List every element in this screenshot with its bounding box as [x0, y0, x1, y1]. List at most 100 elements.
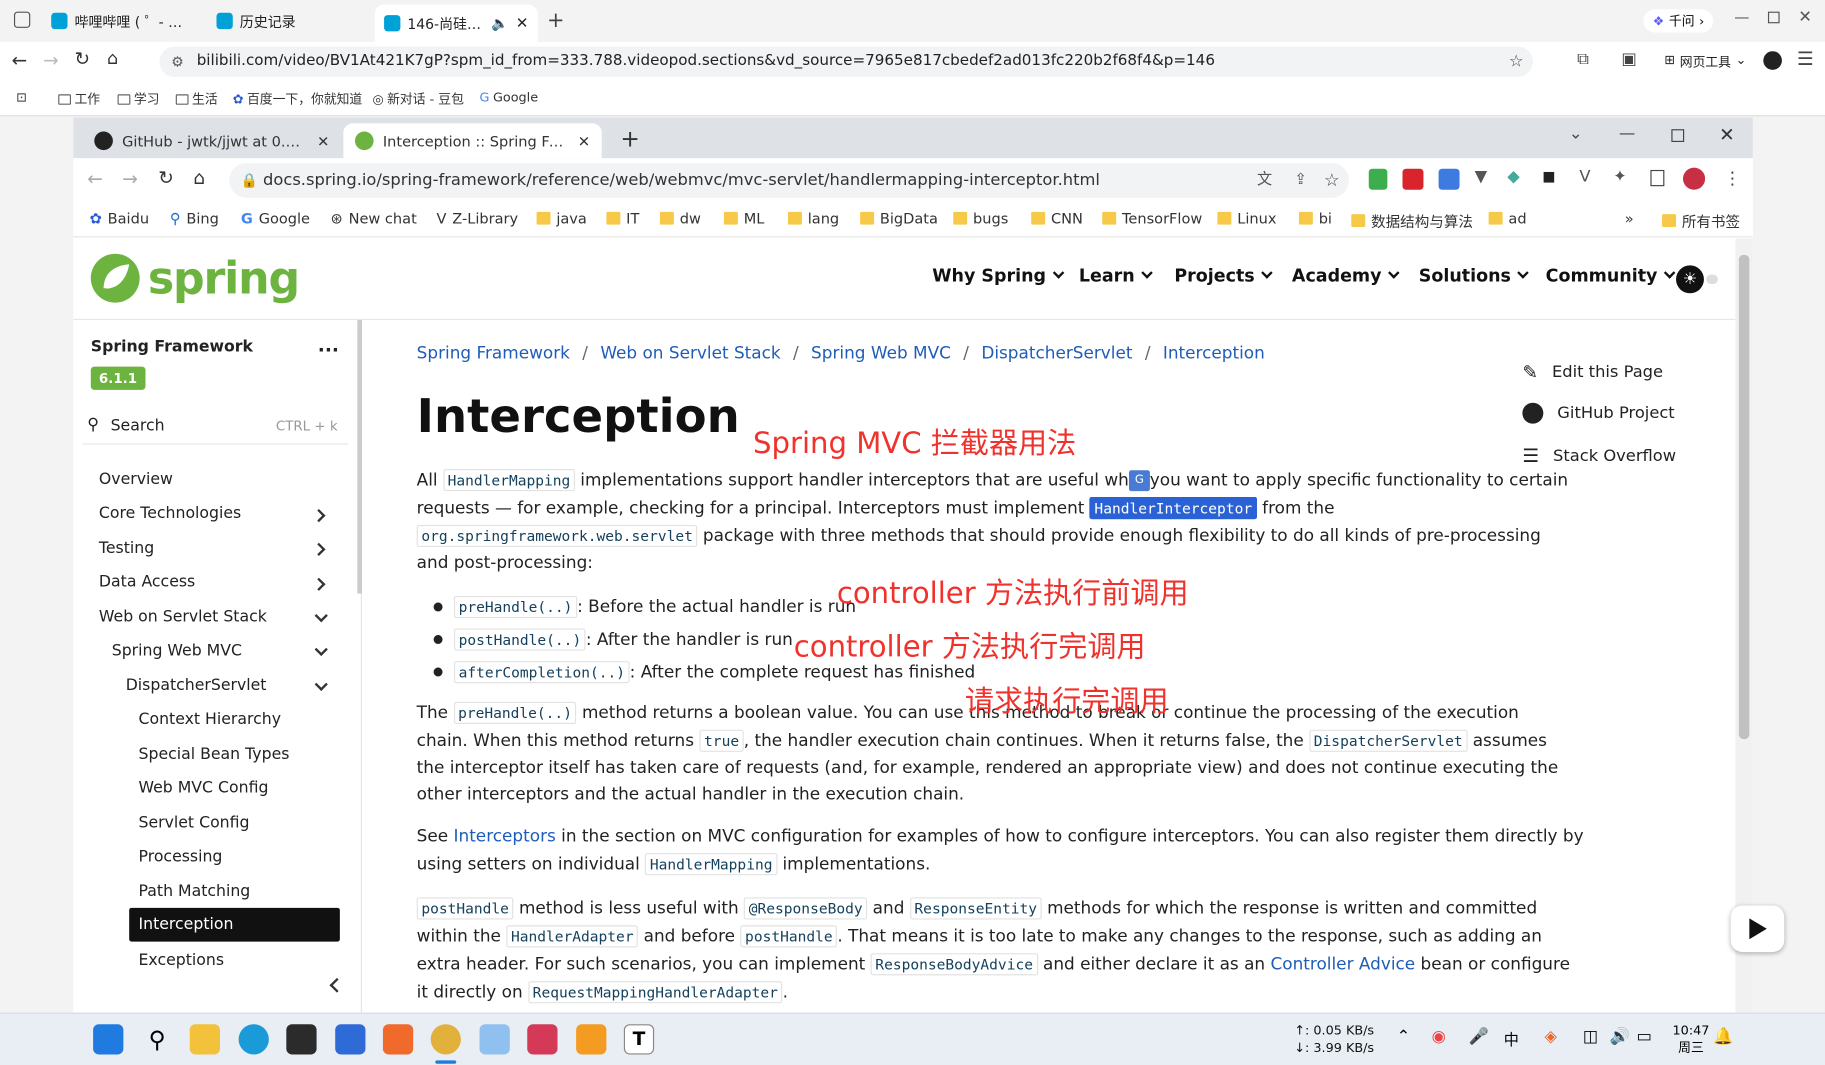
interceptors-link[interactable]: Interceptors [454, 828, 556, 847]
outer-bookmark[interactable]: G Google [480, 90, 539, 105]
extension-v-icon[interactable]: V [1579, 168, 1590, 187]
forward-icon[interactable]: → [122, 168, 138, 190]
extension-icon[interactable]: ◼ [1542, 168, 1556, 187]
outer-bookmark[interactable]: 工作 [58, 90, 100, 109]
all-bookmarks[interactable]: 所有书签 [1662, 210, 1740, 232]
nav-community[interactable]: Community [1546, 265, 1676, 286]
file-explorer-icon[interactable] [189, 1024, 220, 1055]
site-info-icon[interactable]: ⚙ [171, 47, 184, 77]
terminal-icon[interactable] [286, 1024, 317, 1055]
edit-page-link[interactable]: ✎ Edit this Page [1522, 361, 1663, 383]
outer-tab-history[interactable]: 历史记录 [207, 5, 370, 38]
breadcrumb-link[interactable]: DispatcherServlet [981, 345, 1132, 364]
reload-icon[interactable]: ↻ [74, 48, 90, 70]
breadcrumb-link[interactable]: Web on Servlet Stack [600, 345, 780, 364]
sidebar-item-spring-web-mvc[interactable]: Spring Web MVC [112, 641, 242, 660]
bookmark-folder[interactable]: lang [787, 210, 839, 227]
store-icon[interactable] [335, 1024, 366, 1055]
chevron-right-icon[interactable] [312, 509, 326, 523]
ime-indicator[interactable]: 中 [1504, 1028, 1519, 1049]
profile-avatar[interactable] [1763, 51, 1782, 70]
bookmark-folder[interactable]: bugs [953, 210, 1008, 227]
bookmark-folder[interactable]: Linux [1217, 210, 1276, 227]
outer-bookmark[interactable]: ◎ 新对话 - 豆包 [372, 90, 463, 109]
scrollbar-thumb[interactable] [1738, 254, 1750, 740]
selected-handler-interceptor[interactable]: HandlerInterceptor [1089, 496, 1257, 520]
sidebar-item-context-hierarchy[interactable]: Context Hierarchy [139, 710, 282, 729]
nav-why-spring[interactable]: Why Spring [932, 265, 1065, 286]
translate-extension-icon[interactable] [1438, 168, 1460, 190]
extension-icon[interactable]: ◆ [1507, 168, 1520, 187]
fe-extension-icon[interactable] [1402, 168, 1424, 190]
sidebar-item-exceptions[interactable]: Exceptions [139, 951, 225, 970]
sidebar-item-special-bean-types[interactable]: Special Bean Types [139, 745, 290, 764]
edge-icon[interactable] [238, 1024, 269, 1055]
theme-toggle-track[interactable] [1706, 274, 1718, 284]
bookmark-folder[interactable]: BigData [860, 210, 938, 227]
nav-projects[interactable]: Projects [1174, 265, 1273, 286]
outer-tab-video[interactable]: 146-尚硅谷新🔈✕ [374, 4, 538, 42]
bookmarks-overflow[interactable]: » [1625, 210, 1634, 227]
back-icon[interactable]: ← [12, 49, 28, 71]
minimize-button[interactable]: — [1619, 125, 1635, 144]
app-icon[interactable] [382, 1024, 414, 1055]
close-tab-icon[interactable]: ✕ [578, 132, 590, 149]
nav-academy[interactable]: Academy [1292, 265, 1400, 286]
web-tools-menu[interactable]: ⊞ 网页工具 ⌄ [1664, 52, 1746, 71]
sidebar-more-icon[interactable]: ... [318, 334, 339, 356]
home-icon[interactable]: ⌂ [107, 48, 118, 69]
app-icon[interactable] [479, 1024, 510, 1055]
collapse-sidebar-icon[interactable] [329, 977, 345, 993]
bookmark-folder[interactable]: CNN [1031, 210, 1083, 227]
search-icon[interactable]: ⚲ [142, 1024, 172, 1054]
bookmark-folder[interactable]: ad [1488, 210, 1527, 227]
home-icon[interactable]: ⌂ [193, 166, 205, 188]
sidebar-item-processing[interactable]: Processing [139, 847, 223, 866]
bookmark-folder[interactable]: 数据结构与算法 [1351, 210, 1473, 232]
tab-search-icon[interactable]: ⌄ [1569, 125, 1583, 144]
video-play-button[interactable] [1730, 905, 1785, 953]
wifi-icon[interactable]: ◫ [1583, 1028, 1598, 1047]
bookmark-google[interactable]: G Google [241, 210, 310, 227]
forward-icon[interactable]: → [43, 49, 59, 71]
sidebar-item-core-technologies[interactable]: Core Technologies [99, 504, 241, 523]
outer-address-bar[interactable]: ⚙ bilibili.com/video/BV1At421K7gP?spm_id… [159, 46, 1533, 77]
minimize-button[interactable]: — [1734, 9, 1749, 26]
close-window-button[interactable]: ✕ [1798, 8, 1812, 27]
menu-icon[interactable]: ☰ [1797, 48, 1814, 70]
chevron-up-icon[interactable]: ⌃ [1397, 1028, 1411, 1047]
inner-tab-spring[interactable]: Interception :: Spring Framew✕ [343, 123, 602, 159]
sublime-icon[interactable] [576, 1024, 607, 1055]
profile-avatar[interactable] [1682, 167, 1706, 190]
sidebar-item-interception-active[interactable]: Interception [129, 907, 340, 942]
bookmark-folder[interactable]: bi [1298, 210, 1332, 227]
puzzle-extensions-icon[interactable]: ✦ [1613, 168, 1627, 187]
chrome-icon[interactable] [430, 1024, 461, 1055]
outer-bookmark[interactable]: ✿ 百度一下，你就知道 [233, 90, 362, 109]
bookmark-star-icon[interactable]: ☆ [1324, 163, 1340, 198]
tray-icon[interactable]: ◉ [1432, 1028, 1446, 1047]
outer-bookmark[interactable]: 学习 [117, 90, 159, 109]
github-project-link[interactable]: GitHub Project [1522, 402, 1675, 424]
bookmark-bing[interactable]: ⚲ Bing [170, 210, 219, 227]
typora-icon[interactable]: T [623, 1024, 655, 1055]
sidebar-scrollbar[interactable] [357, 320, 362, 594]
sidebar-project-title[interactable]: Spring Framework [91, 338, 253, 357]
chevron-right-icon[interactable] [312, 542, 326, 556]
inner-address-bar[interactable]: 🔒 docs.spring.io/spring-framework/refere… [229, 162, 1349, 198]
bookmark-folder[interactable]: ML [723, 210, 764, 227]
sidebar-item-dispatcherservlet[interactable]: DispatcherServlet [126, 676, 267, 695]
maximize-button[interactable] [1767, 11, 1780, 24]
bookmark-folder[interactable]: TensorFlow [1102, 210, 1202, 227]
sidebar-item-data-access[interactable]: Data Access [99, 573, 195, 592]
new-tab-button[interactable]: + [547, 8, 565, 32]
new-tab-button[interactable]: + [620, 125, 640, 153]
bookmark-folder[interactable]: dw [659, 210, 701, 227]
nav-solutions[interactable]: Solutions [1419, 265, 1529, 286]
bookmark-star-icon[interactable]: ☆ [1509, 47, 1524, 77]
outer-tab-bilibili[interactable]: 哔哩哔哩 ( ゜- ゜)つロ [42, 5, 205, 38]
close-window-button[interactable]: ✕ [1719, 123, 1735, 145]
vuetools-extension-icon[interactable]: ▼ [1475, 168, 1488, 187]
close-tab-icon[interactable]: ✕ [317, 132, 329, 149]
battery-icon[interactable]: ▭ [1636, 1028, 1651, 1047]
